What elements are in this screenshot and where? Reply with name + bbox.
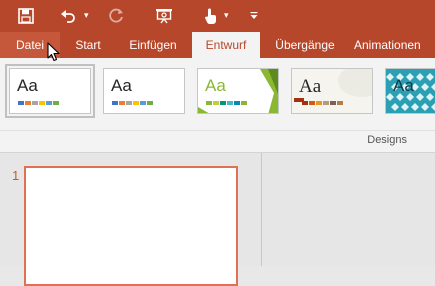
theme-office[interactable]: Aa [5,64,95,118]
theme-office-2[interactable]: Aa [103,68,185,114]
pane-splitter[interactable] [261,153,262,266]
group-divider [0,130,435,131]
theme-facet[interactable]: Aa [197,68,279,114]
mouse-cursor-icon [47,42,61,67]
tab-einfuegen[interactable]: Einfügen [120,32,186,58]
tab-entwurf[interactable]: Entwurf [192,32,260,58]
undo-dropdown-icon[interactable]: ▾ [84,10,89,21]
designs-group-label: Designs [367,134,407,146]
redo-icon[interactable] [104,0,130,32]
tab-start[interactable]: Start [64,32,112,58]
theme-ion[interactable]: Aa [385,68,435,114]
slide-thumbnail[interactable] [24,166,238,286]
theme-sample-text: Aa [299,76,322,97]
theme-swatches [302,101,343,105]
ribbon-design: Aa Aa Aa Aa Aa Designs [0,58,435,153]
theme-sample-text: Aa [17,76,38,95]
theme-sample-text: Aa [111,76,132,95]
undo-icon[interactable] [56,0,80,32]
quick-access-toolbar: ▾ ▾ [0,0,435,32]
designs-gallery: Aa Aa Aa Aa Aa [4,64,435,122]
touch-mode-icon[interactable] [198,0,222,32]
theme-swatches [18,101,59,105]
tab-uebergaenge[interactable]: Übergänge [266,32,344,58]
theme-swatches [206,101,247,105]
theme-sample-text: Aa [205,76,226,95]
theme-swatches [112,101,153,105]
workspace: 1 [0,153,435,286]
ribbon-tabs: Datei Start Einfügen Entwurf Übergänge A… [0,32,435,58]
slide-number: 1 [12,168,20,183]
touch-dropdown-icon[interactable]: ▾ [224,10,229,21]
theme-sample-text: Aa [393,76,414,95]
tab-animationen[interactable]: Animationen [354,32,435,58]
theme-integral[interactable]: Aa [291,68,373,114]
save-icon[interactable] [12,0,40,32]
slide-thumbnail-pane: 1 [0,153,261,286]
customize-icon[interactable] [246,0,262,32]
present-icon[interactable] [150,0,178,32]
